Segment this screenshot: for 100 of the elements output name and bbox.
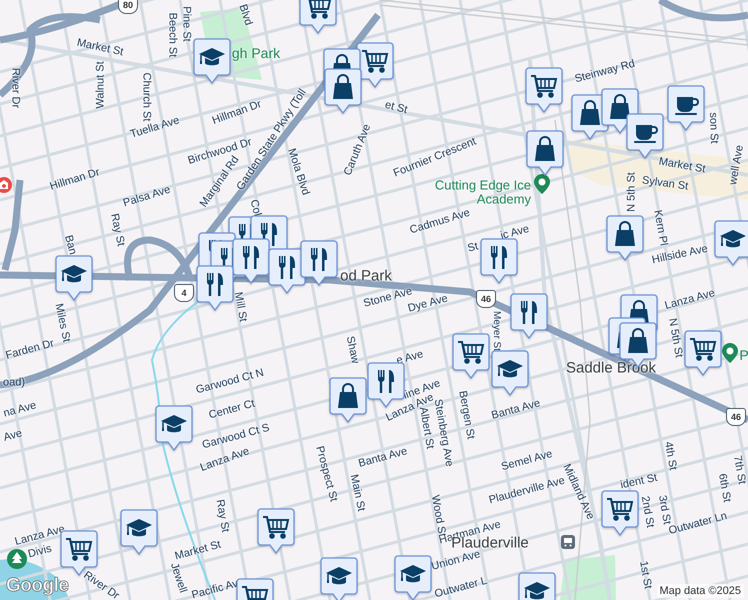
shopping-bag-icon <box>580 100 600 125</box>
street-label: Mill St <box>232 291 248 323</box>
graduation-cap-icon <box>720 230 746 248</box>
school-marker[interactable] <box>491 350 529 396</box>
school-marker[interactable] <box>155 405 193 451</box>
fork-and-knife-icon <box>378 370 394 393</box>
graduation-cap-icon <box>400 565 426 582</box>
restaurant-marker[interactable] <box>196 265 234 311</box>
street-label: Caruth Ave <box>342 122 374 178</box>
street-label: Miles St <box>52 302 72 344</box>
school-marker[interactable] <box>714 220 748 266</box>
street-label: Col <box>248 198 262 218</box>
graduation-cap-icon <box>326 567 352 584</box>
attribution-text: Map data ©2025 <box>656 584 744 598</box>
street-label: Divis <box>27 544 53 560</box>
route-shield: 46 <box>476 290 496 308</box>
street-label: Market St <box>174 540 222 562</box>
school-marker[interactable] <box>120 509 158 555</box>
restaurant-marker[interactable] <box>480 238 518 284</box>
fork-and-knife-icon <box>279 256 295 279</box>
grocery-marker[interactable] <box>257 508 295 554</box>
street-label: Cadmus Ave <box>408 208 472 236</box>
graduation-cap-icon <box>61 265 87 282</box>
street-label: Hillman Dr <box>211 99 263 127</box>
fork-and-knife-icon <box>521 301 537 324</box>
shopping-marker[interactable] <box>606 215 644 261</box>
shopping-bag-icon <box>333 74 353 99</box>
school-marker[interactable] <box>394 555 432 600</box>
route-shield: 80 <box>118 0 138 14</box>
poi-label: gh Park <box>232 46 280 60</box>
shopping-bag-icon <box>535 136 555 161</box>
street-label: Beech St <box>166 12 178 58</box>
grocery-marker[interactable] <box>684 330 722 376</box>
fork-and-knife-icon <box>491 246 507 269</box>
graduation-cap-icon <box>161 415 187 432</box>
shopping-marker[interactable] <box>324 68 362 114</box>
street-label: Market St <box>658 156 706 176</box>
street-label: Ray St <box>214 498 230 534</box>
hospital-icon[interactable] <box>0 176 14 196</box>
location-pin-icon[interactable] <box>534 174 550 194</box>
street-label: Pacific Av <box>190 578 240 600</box>
coffee-cup-icon <box>675 97 699 115</box>
street-label: 6th St <box>716 472 732 504</box>
street-label: na Ave <box>2 400 38 420</box>
street-label: Ban <box>62 234 78 256</box>
street-label: Bergen St <box>456 390 476 440</box>
school-marker[interactable] <box>55 255 93 301</box>
street-label: 1st St <box>637 560 653 590</box>
street-label: Mola Blvd <box>285 147 311 197</box>
poi-label: P <box>739 348 748 362</box>
poi-label: Cutting Edge Ice Academy <box>434 178 531 206</box>
coffee-cup-icon <box>634 125 658 143</box>
shopping-cart-icon <box>607 498 634 521</box>
graduation-cap-icon <box>126 519 152 536</box>
school-marker[interactable] <box>320 557 358 600</box>
restaurant-marker[interactable] <box>510 293 548 339</box>
street-label: Union Ave <box>430 549 482 573</box>
street-label: 3rd St <box>656 494 672 526</box>
street-label: Albert St <box>416 406 436 450</box>
street-label: ic Ave <box>500 224 530 242</box>
street-label: Market St <box>76 38 124 58</box>
park-area <box>560 555 616 600</box>
street-label: Jewell <box>168 562 188 594</box>
street-label: Kern Pl <box>651 209 669 247</box>
street-label: Banta Ave <box>490 398 542 422</box>
location-pin-icon[interactable] <box>722 343 738 363</box>
street-label: 4th St <box>662 440 678 472</box>
street-label: Garwood Ct N <box>194 368 266 396</box>
cafe-marker[interactable] <box>667 85 705 131</box>
shopping-cart-icon <box>531 75 558 98</box>
street-label: son St <box>706 112 720 144</box>
street-label: Shaw <box>344 335 360 365</box>
tree-icon[interactable] <box>6 548 28 570</box>
grocery-marker[interactable] <box>452 333 490 379</box>
street-label: e Ave <box>395 349 425 367</box>
street-label: Center Ct <box>208 398 256 422</box>
shopping-cart-icon <box>66 538 92 561</box>
train-icon[interactable] <box>561 535 575 549</box>
street-label: Sylvan St <box>641 175 689 193</box>
street-label: well Ave <box>728 144 746 186</box>
graduation-cap-icon <box>497 360 523 378</box>
shopping-marker[interactable] <box>329 377 367 423</box>
street-label: Pine St <box>180 6 192 42</box>
shopping-cart-icon <box>458 341 484 364</box>
street-label: Walnut St <box>96 61 106 109</box>
grocery-marker[interactable] <box>299 0 337 34</box>
shopping-cart-icon <box>242 586 268 600</box>
street-label: Blvd <box>236 3 254 27</box>
shopping-cart-icon <box>362 50 388 73</box>
street-label: River Dr <box>10 68 20 108</box>
shopping-bag-icon <box>615 221 635 246</box>
fork-and-knife-icon <box>243 246 259 269</box>
grocery-marker[interactable] <box>525 67 563 113</box>
place-label: Saddle Brook <box>566 360 656 376</box>
street-label: Ave <box>2 428 24 444</box>
street-label: N 5th St <box>666 317 684 359</box>
shopping-bag-icon <box>610 94 630 119</box>
shopping-marker[interactable] <box>526 130 564 176</box>
grocery-marker[interactable] <box>601 490 639 536</box>
street-label: Outwater L <box>434 576 488 600</box>
